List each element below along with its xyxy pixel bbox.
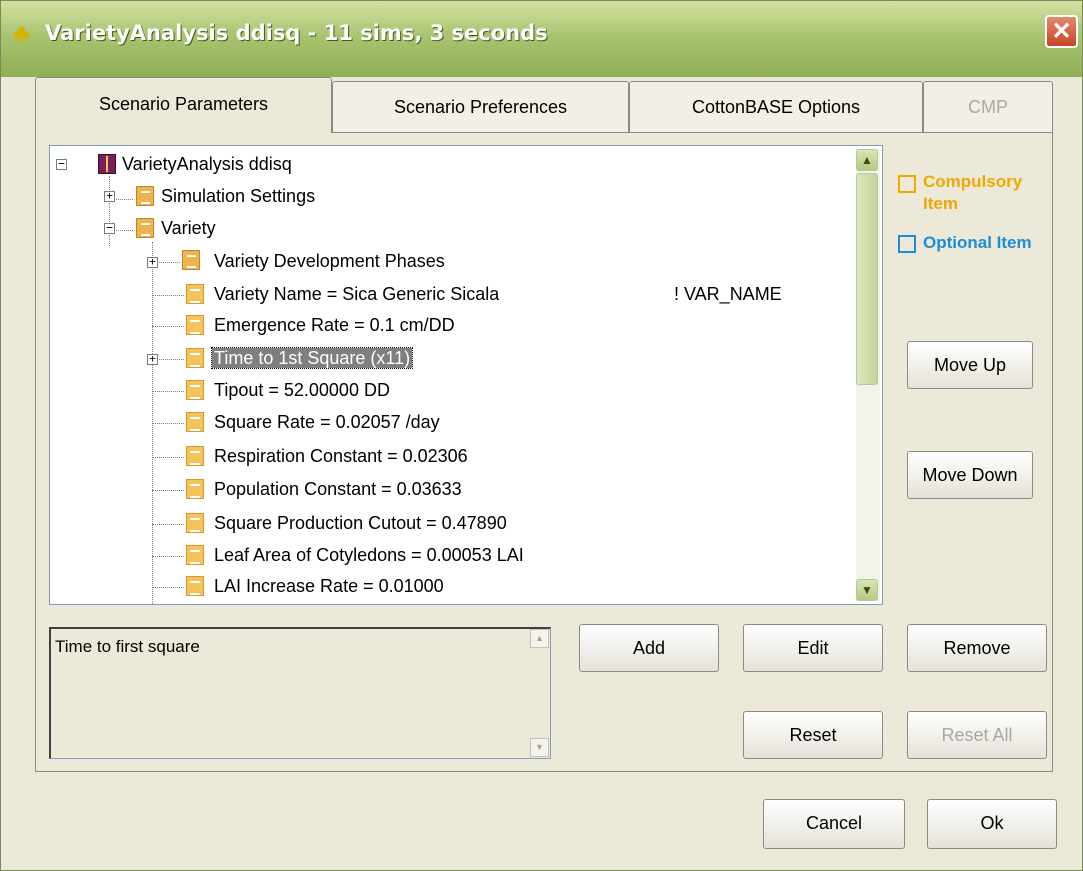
expand-simulation-settings-toggle[interactable]: + bbox=[104, 190, 115, 202]
tree-guide bbox=[152, 524, 184, 525]
doc-icon bbox=[186, 284, 204, 304]
doc-icon bbox=[186, 513, 204, 533]
chevron-up-icon: ▲ bbox=[535, 633, 544, 643]
tab-label: Scenario Parameters bbox=[98, 94, 269, 114]
tree-guide bbox=[152, 391, 184, 392]
tree-item-label: Population Constant = 0.03633 bbox=[214, 479, 462, 499]
doc-icon bbox=[186, 412, 204, 432]
tree-item-label: Leaf Area of Cotyledons = 0.00053 LAI bbox=[214, 545, 524, 565]
parameter-tree[interactable]: − VarietyAnalysis ddisq + Simulation Set… bbox=[49, 145, 883, 605]
folder-icon bbox=[182, 250, 200, 270]
desc-scroll-up-button[interactable]: ▲ bbox=[530, 629, 549, 648]
tree-guide bbox=[152, 587, 184, 588]
tree-item-label: Square Rate = 0.02057 /day bbox=[214, 412, 440, 432]
tree-guide bbox=[152, 295, 184, 296]
compulsory-legend: Compulsory Item bbox=[923, 172, 1023, 213]
tree-item[interactable]: Leaf Area of Cotyledons = 0.00053 LAI bbox=[214, 540, 524, 570]
doc-icon bbox=[186, 348, 204, 368]
tree-root[interactable]: VarietyAnalysis ddisq bbox=[122, 149, 292, 179]
tree-guide bbox=[152, 490, 184, 491]
tree-item-var-name: ! VAR_NAME bbox=[674, 279, 782, 309]
optional-swatch bbox=[898, 235, 916, 253]
tree-item[interactable]: Emergence Rate = 0.1 cm/DD bbox=[214, 310, 455, 340]
window-title: VarietyAnalysis ddisq - 11 sims, 3 secon… bbox=[45, 21, 548, 45]
doc-icon bbox=[186, 315, 204, 335]
tree-item[interactable]: Square Rate = 0.02057 /day bbox=[214, 407, 440, 437]
tree-item[interactable]: Variety Name = Sica Generic Sicala bbox=[214, 279, 499, 309]
description-box: Time to first square bbox=[49, 627, 551, 759]
doc-icon bbox=[186, 380, 204, 400]
tree-item-label: Tipout = 52.00000 DD bbox=[214, 380, 390, 400]
move-down-button[interactable]: Move Down bbox=[907, 451, 1033, 499]
folder-icon bbox=[136, 218, 154, 238]
tree-simulation-settings[interactable]: Simulation Settings bbox=[161, 181, 315, 211]
expand-development-phases-toggle[interactable]: + bbox=[147, 256, 158, 268]
ok-button[interactable]: Ok bbox=[927, 799, 1057, 849]
tab-cottonbase-options[interactable]: CottonBASE Options bbox=[629, 81, 923, 133]
tab-label: CMP bbox=[968, 97, 1008, 117]
description-scrollbar[interactable]: ▲ ▼ bbox=[530, 629, 549, 757]
tree-item-label: Simulation Settings bbox=[161, 186, 316, 206]
scroll-up-button[interactable]: ▲ bbox=[856, 149, 878, 171]
tree-item-label: Time to 1st Square (x11) bbox=[210, 347, 414, 369]
var-name-label: ! VAR_NAME bbox=[674, 284, 782, 304]
reset-button[interactable]: Reset bbox=[743, 711, 883, 759]
tab-scenario-preferences[interactable]: Scenario Preferences bbox=[332, 81, 629, 133]
folder-icon bbox=[136, 186, 154, 206]
close-icon: ✕ bbox=[1051, 18, 1072, 45]
scroll-thumb[interactable] bbox=[856, 173, 878, 385]
doc-icon bbox=[186, 479, 204, 499]
tab-cmp: CMP bbox=[923, 81, 1053, 133]
book-icon bbox=[98, 154, 116, 174]
tree-item[interactable]: Square Production Cutout = 0.47890 bbox=[214, 508, 507, 538]
compulsory-swatch bbox=[898, 175, 916, 193]
doc-icon bbox=[186, 446, 204, 466]
tree-guide bbox=[152, 457, 184, 458]
edit-button[interactable]: Edit bbox=[743, 624, 883, 672]
tree-guide bbox=[152, 423, 184, 424]
chevron-up-icon: ▲ bbox=[861, 153, 873, 167]
scroll-down-button[interactable]: ▼ bbox=[856, 579, 878, 601]
close-button[interactable]: ✕ bbox=[1045, 15, 1078, 48]
move-up-button[interactable]: Move Up bbox=[907, 341, 1033, 389]
doc-icon bbox=[186, 545, 204, 565]
tree-item-label: Variety Name = Sica Generic Sicala bbox=[214, 284, 500, 304]
tree-item[interactable]: Variety Development Phases bbox=[214, 246, 445, 276]
tree-item[interactable]: Respiration Constant = 0.02306 bbox=[214, 441, 468, 471]
tree-guide bbox=[152, 326, 184, 327]
tab-label: Scenario Preferences bbox=[393, 97, 568, 117]
collapse-variety-toggle[interactable]: − bbox=[104, 222, 115, 234]
tree-item[interactable]: Tipout = 52.00000 DD bbox=[214, 375, 390, 405]
tab-scenario-parameters[interactable]: Scenario Parameters bbox=[35, 77, 332, 133]
remove-button[interactable]: Remove bbox=[907, 624, 1047, 672]
expand-time-to-square-toggle[interactable]: + bbox=[147, 353, 158, 365]
tree-scrollbar[interactable]: ▲ ▼ bbox=[856, 149, 880, 601]
tree-item-label: Emergence Rate = 0.1 cm/DD bbox=[214, 315, 455, 335]
title-bar[interactable]: ♣ VarietyAnalysis ddisq - 11 sims, 3 sec… bbox=[1, 1, 1082, 77]
desc-scroll-down-button[interactable]: ▼ bbox=[530, 738, 549, 757]
tree-item-label: Variety bbox=[161, 218, 216, 238]
tree-guide bbox=[109, 176, 110, 246]
tree-root-label: VarietyAnalysis ddisq bbox=[122, 154, 292, 174]
tree-item-label: Respiration Constant = 0.02306 bbox=[214, 446, 468, 466]
tab-label: CottonBASE Options bbox=[691, 97, 861, 117]
dialog-window: ♣ VarietyAnalysis ddisq - 11 sims, 3 sec… bbox=[0, 0, 1083, 871]
tree-variety[interactable]: Variety bbox=[161, 213, 216, 243]
add-button[interactable]: Add bbox=[579, 624, 719, 672]
tree-item[interactable]: LAI Increase Rate = 0.01000 bbox=[214, 571, 444, 601]
tree-item-label: Variety Development Phases bbox=[214, 251, 445, 271]
tree-guide bbox=[152, 556, 184, 557]
chevron-down-icon: ▼ bbox=[535, 742, 544, 752]
optional-legend: Optional Item bbox=[923, 233, 1032, 252]
tree-item-selected[interactable]: Time to 1st Square (x11) bbox=[210, 343, 414, 373]
collapse-root-toggle[interactable]: − bbox=[56, 158, 67, 170]
cancel-button[interactable]: Cancel bbox=[763, 799, 905, 849]
reset-all-button: Reset All bbox=[907, 711, 1047, 759]
app-icon: ♣ bbox=[13, 18, 31, 48]
tree-item-label: Square Production Cutout = 0.47890 bbox=[214, 513, 507, 533]
doc-icon bbox=[186, 576, 204, 596]
chevron-down-icon: ▼ bbox=[861, 583, 873, 597]
tree-item-label: LAI Increase Rate = 0.01000 bbox=[214, 576, 444, 596]
tree-item[interactable]: Population Constant = 0.03633 bbox=[214, 474, 462, 504]
